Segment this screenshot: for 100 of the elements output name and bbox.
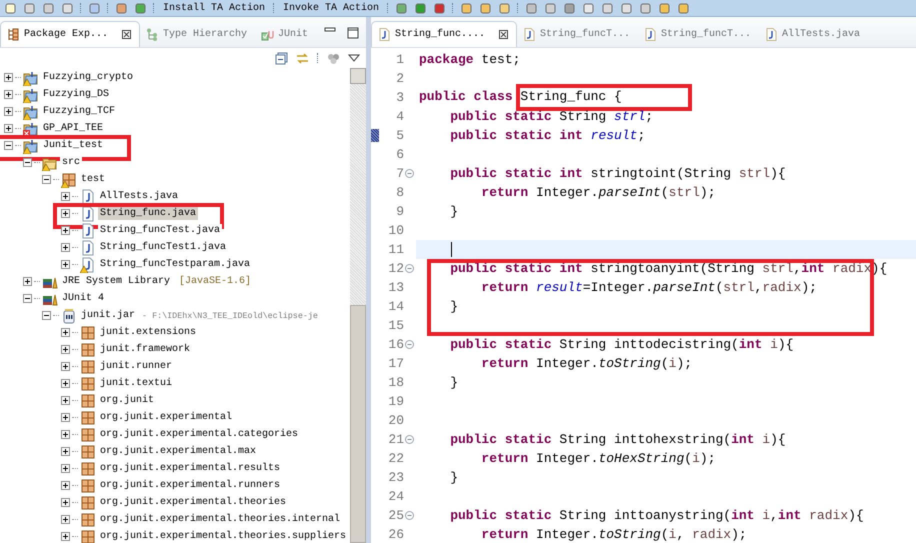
collapse-icon[interactable]: [23, 158, 32, 167]
expand-icon[interactable]: [61, 345, 70, 354]
tree-item[interactable]: org.junit.experimental.runners: [98, 479, 282, 492]
code-line: public class String_func {: [419, 84, 692, 111]
code-line: return Integer.toHexString(i);: [480, 451, 716, 466]
close-icon[interactable]: [499, 30, 508, 39]
expand-icon[interactable]: [61, 260, 70, 269]
collapse-icon[interactable]: [4, 141, 13, 150]
close-icon[interactable]: [122, 30, 132, 39]
package-icon: [80, 392, 96, 408]
line-number: 12: [387, 261, 404, 276]
collapse-all-icon[interactable]: [275, 52, 288, 64]
line-number: 24: [387, 489, 404, 504]
tree-item[interactable]: String_funcTest1.java: [98, 241, 228, 254]
tree-item[interactable]: JRE System Library: [60, 275, 172, 288]
tab[interactable]: AllTests.java: [759, 21, 878, 47]
tree-item[interactable]: org.junit.experimental.categories: [98, 428, 300, 441]
expand-icon[interactable]: [61, 498, 70, 507]
tab[interactable]: String_funcT...: [517, 21, 638, 47]
code-line: public static String inttoanystring(int i,int radix){: [449, 508, 864, 523]
text-cursor: [451, 242, 452, 257]
tree-item[interactable]: Fuzzying_crypto: [41, 71, 136, 84]
expand-icon[interactable]: [61, 226, 70, 235]
scrollbar[interactable]: [350, 68, 366, 543]
expand-icon[interactable]: [61, 430, 70, 439]
java-file-icon: [378, 28, 391, 41]
package-icon: [80, 494, 96, 510]
expand-icon[interactable]: [61, 532, 70, 541]
expand-icon[interactable]: [61, 362, 70, 371]
fold-icon[interactable]: [405, 435, 414, 444]
annotated-code: String_func {: [516, 84, 692, 111]
tab[interactable]: String_func....: [371, 21, 518, 47]
expand-icon[interactable]: [4, 90, 13, 99]
expand-icon[interactable]: [61, 464, 70, 473]
line-number: 23: [387, 470, 404, 485]
package-explorer-icon: [7, 28, 20, 41]
tree-item[interactable]: junit.jar: [79, 309, 138, 322]
expand-icon[interactable]: [61, 515, 70, 524]
tree-item[interactable]: String_func.java: [98, 207, 198, 220]
line-number: 10: [387, 223, 404, 238]
tree-item[interactable]: org.junit.experimental.max: [98, 445, 258, 458]
expand-icon[interactable]: [61, 379, 70, 388]
tree-item[interactable]: junit.textui: [98, 377, 174, 390]
tab[interactable]: JUnit: [255, 21, 316, 47]
collapse-icon[interactable]: [23, 294, 32, 303]
expand-icon[interactable]: [61, 209, 70, 218]
tree-item[interactable]: junit.runner: [98, 360, 174, 373]
code-line: return result=Integer.parseInt(strl,radix);: [480, 280, 817, 295]
tab[interactable]: Package Exp...: [0, 21, 140, 47]
fold-icon[interactable]: [405, 169, 414, 178]
expand-icon[interactable]: [61, 243, 70, 252]
fold-icon[interactable]: [405, 264, 414, 273]
tree-item[interactable]: org.junit.experimental: [98, 411, 234, 424]
tree-item[interactable]: org.junit.experimental.theories.suppliers: [98, 530, 348, 543]
line-number: 22: [387, 451, 404, 466]
expand-icon[interactable]: [4, 107, 13, 116]
code-line: public static int stringtoint(String strl){: [449, 166, 786, 181]
code-line: public static String inttodecistring(int i){: [449, 337, 794, 352]
package-icon: [80, 342, 96, 358]
expand-icon[interactable]: [61, 413, 70, 422]
collapse-icon[interactable]: [42, 311, 51, 320]
expand-icon[interactable]: [4, 124, 13, 133]
code-line: package test;: [419, 52, 520, 67]
tree-item[interactable]: AllTests.java: [98, 190, 180, 203]
code-line: return Integer.parseInt(strl);: [480, 185, 716, 200]
line-number: 19: [387, 394, 404, 409]
toolbar-action[interactable]: Invoke TA Action: [281, 2, 382, 14]
fold-icon[interactable]: [405, 511, 414, 520]
expand-icon[interactable]: [23, 277, 32, 286]
line-number: 16: [387, 337, 404, 352]
java-file-icon: [765, 28, 778, 40]
tree-item[interactable]: org.junit.experimental.theories: [98, 496, 288, 509]
tree-item-detail: [JavaSE-1.6]: [179, 276, 252, 287]
view-menu-icon[interactable]: [348, 54, 360, 62]
maximize-icon[interactable]: [347, 27, 360, 39]
expand-icon[interactable]: [61, 481, 70, 490]
tree-item[interactable]: junit.framework: [98, 343, 192, 356]
tab[interactable]: String_funcT...: [638, 21, 760, 47]
expand-icon[interactable]: [4, 73, 13, 82]
tree-item[interactable]: junit.extensions: [98, 326, 198, 339]
java-file-icon: [80, 222, 96, 238]
toolbar-action[interactable]: Install TA Action: [161, 2, 268, 14]
tree-item[interactable]: Fuzzying_TCF: [41, 105, 118, 118]
filter-icon[interactable]: [327, 52, 340, 64]
tree-item[interactable]: Fuzzying_DS: [41, 88, 112, 101]
line-number: 18: [387, 375, 404, 390]
expand-icon[interactable]: [61, 447, 70, 456]
hierarchy-icon: [146, 28, 160, 40]
tab[interactable]: Type Hierarchy: [140, 21, 256, 47]
line-number: 21: [387, 432, 404, 447]
tree-item[interactable]: org.junit.experimental.results: [98, 462, 282, 475]
tree-item[interactable]: String_funcTest.java: [98, 224, 222, 237]
fold-icon[interactable]: [405, 340, 414, 349]
tree-item[interactable]: String_funcTestparam.java: [98, 258, 252, 271]
expand-icon[interactable]: [61, 192, 70, 201]
collapse-icon[interactable]: [42, 175, 51, 184]
package-icon: [80, 358, 96, 374]
expand-icon[interactable]: [61, 328, 70, 337]
expand-icon[interactable]: [61, 396, 70, 405]
tree-item[interactable]: org.junit.experimental.theories.internal: [98, 513, 342, 526]
